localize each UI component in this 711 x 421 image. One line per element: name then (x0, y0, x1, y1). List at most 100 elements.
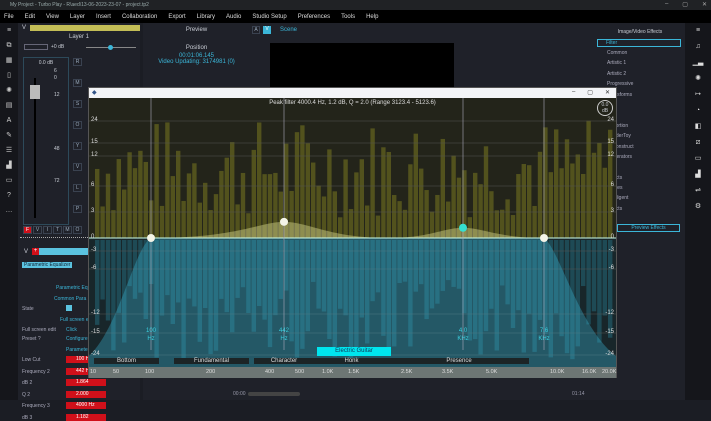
layer-toggle-f[interactable]: F (23, 226, 32, 234)
eq-maximize-button[interactable]: ▢ (587, 89, 593, 96)
layer-toggle-v[interactable]: V (33, 226, 42, 234)
param-value[interactable]: 1.182 (66, 413, 106, 421)
menu-tools[interactable]: Tools (341, 14, 355, 20)
eq-node[interactable] (540, 234, 548, 242)
layer-toggle-i[interactable]: I (43, 226, 52, 234)
pin-icon[interactable]: ✎ (0, 128, 18, 143)
bars-icon[interactable]: ▟ (685, 167, 711, 183)
gear-icon[interactable]: ⚙ (685, 199, 711, 215)
sparkle-icon[interactable]: ✺ (685, 71, 711, 87)
menu-layer[interactable]: Layer (70, 14, 85, 20)
band-label: Honk (314, 358, 389, 364)
menu-library[interactable]: Library (197, 14, 215, 20)
list-icon[interactable]: ☰ (0, 143, 18, 158)
minimize-button[interactable]: – (665, 1, 668, 8)
sliders-icon[interactable]: ⇌ (685, 183, 711, 199)
book-icon[interactable]: ▤ (0, 98, 18, 113)
eq-chart[interactable]: Peak filter 4000.4 Hz, 1.2 dB, Q = 2.0 (… (89, 98, 616, 367)
menu-preferences[interactable]: Preferences (298, 14, 330, 20)
menu-export[interactable]: Export (168, 14, 185, 20)
split-icon[interactable]: ◧ (685, 119, 711, 135)
position-label: Position (185, 45, 208, 51)
spectrum-bar-upper (294, 132, 300, 238)
tab-audio[interactable]: A (252, 26, 260, 34)
mask-icon[interactable]: ◔ (685, 103, 711, 119)
frequency-axis: 10 50 100 200 400 500 1.0K 1.5K 2.5K 3.5K 5.0K 10.0… (89, 367, 616, 378)
signal-icon[interactable]: ▁▃ (685, 55, 711, 71)
menu-help[interactable]: Help (366, 14, 378, 20)
spectrum-bar-upper (402, 209, 408, 238)
param-value[interactable]: 1.864 (66, 379, 106, 386)
close-button[interactable]: ✕ (702, 1, 707, 8)
more-icon[interactable]: … (0, 203, 18, 218)
eq-node[interactable] (459, 223, 467, 232)
add-effect-button[interactable]: + (32, 248, 39, 255)
folder-icon[interactable]: ▭ (0, 173, 18, 188)
effect-tag[interactable]: Parametric Equalizer (22, 262, 73, 268)
param-value[interactable]: 2.000 (66, 390, 106, 398)
menu-audio[interactable]: Audio (226, 14, 241, 20)
crop-icon[interactable]: ⧄ (685, 135, 711, 151)
effect-category[interactable]: Artistic 1 (598, 60, 634, 70)
layer-button-s[interactable]: S (73, 100, 82, 108)
tab-video[interactable]: V (263, 26, 271, 34)
layer-button-v[interactable]: V (73, 163, 82, 171)
layer-toggle-m[interactable]: M (63, 226, 72, 234)
text-icon[interactable]: A (0, 113, 18, 128)
menu-view[interactable]: View (46, 14, 59, 20)
layer-toggle-t[interactable]: T (53, 226, 62, 234)
spectrum-bar-upper (408, 164, 413, 238)
fullscreen-label: Full screen edit (22, 327, 56, 333)
layer-button-m[interactable]: M (73, 79, 82, 87)
menu-studio-setup[interactable]: Studio Setup (252, 14, 286, 20)
help-icon[interactable]: ? (0, 188, 18, 203)
effect-category[interactable]: Artistic 2 (598, 71, 634, 81)
layer-color-bar[interactable] (30, 25, 140, 31)
menu-collaboration[interactable]: Collaboration (122, 14, 157, 20)
filter-input[interactable]: Filter (597, 39, 681, 47)
eq-spectrum[interactable] (89, 98, 616, 367)
spectrum-bar-upper (575, 154, 580, 238)
monitor-icon[interactable]: ▭ (685, 151, 711, 167)
grid-icon[interactable]: ▦ (0, 53, 18, 68)
layer-button-r[interactable]: R (73, 58, 82, 66)
arrow-right-icon[interactable]: ↦ (685, 87, 711, 103)
fader-handle[interactable] (30, 85, 40, 99)
effect-category[interactable]: Common (598, 50, 634, 60)
preset-configure[interactable]: Configure (66, 336, 88, 342)
menu-file[interactable]: File (4, 14, 14, 20)
preview-effects-button[interactable]: Preview Effects (617, 224, 680, 232)
volume-slider[interactable] (24, 44, 48, 50)
timeline-scrollbar[interactable] (248, 392, 300, 396)
file-icon[interactable]: ▯ (0, 68, 18, 83)
param-value[interactable]: 4000 Hz (66, 402, 106, 409)
eq-node[interactable] (147, 234, 155, 242)
eq-node[interactable] (280, 217, 288, 226)
db-tick-left: 12 (91, 152, 98, 158)
bars-icon[interactable]: ▟ (0, 158, 18, 173)
menu-icon[interactable]: ≡ (0, 23, 18, 38)
spectrum-bar-upper (251, 149, 256, 238)
menu-edit[interactable]: Edit (25, 14, 35, 20)
sparkle-icon[interactable]: ✺ (0, 83, 18, 98)
node-unit: Hz (147, 336, 155, 342)
pan-slider[interactable] (86, 45, 136, 50)
freq-tick: 50 (113, 369, 120, 375)
state-toggle[interactable] (66, 305, 72, 311)
tab-scene[interactable]: Scene (280, 27, 297, 33)
layer-button-y[interactable]: Y (73, 142, 82, 150)
layer-button-l[interactable]: L (73, 184, 82, 192)
eq-minimize-button[interactable]: – (572, 89, 575, 96)
layer-button-p[interactable]: P (73, 205, 82, 213)
gain-knob[interactable]: 0.0 dB (597, 100, 613, 116)
copy-icon[interactable]: ⧉ (0, 38, 18, 53)
layer-toggle-o[interactable]: O (73, 226, 82, 234)
fullscreen-heading: Full screen e (60, 317, 89, 323)
menu-insert[interactable]: Insert (96, 14, 111, 20)
menu-icon[interactable]: ≡ (685, 23, 711, 39)
eq-close-button[interactable]: ✕ (605, 89, 610, 96)
maximize-button[interactable]: ▢ (682, 1, 688, 8)
fullscreen-click[interactable]: Click (66, 327, 77, 333)
layer-button-o[interactable]: O (73, 121, 82, 129)
music-icon[interactable]: ♫ (685, 39, 711, 55)
